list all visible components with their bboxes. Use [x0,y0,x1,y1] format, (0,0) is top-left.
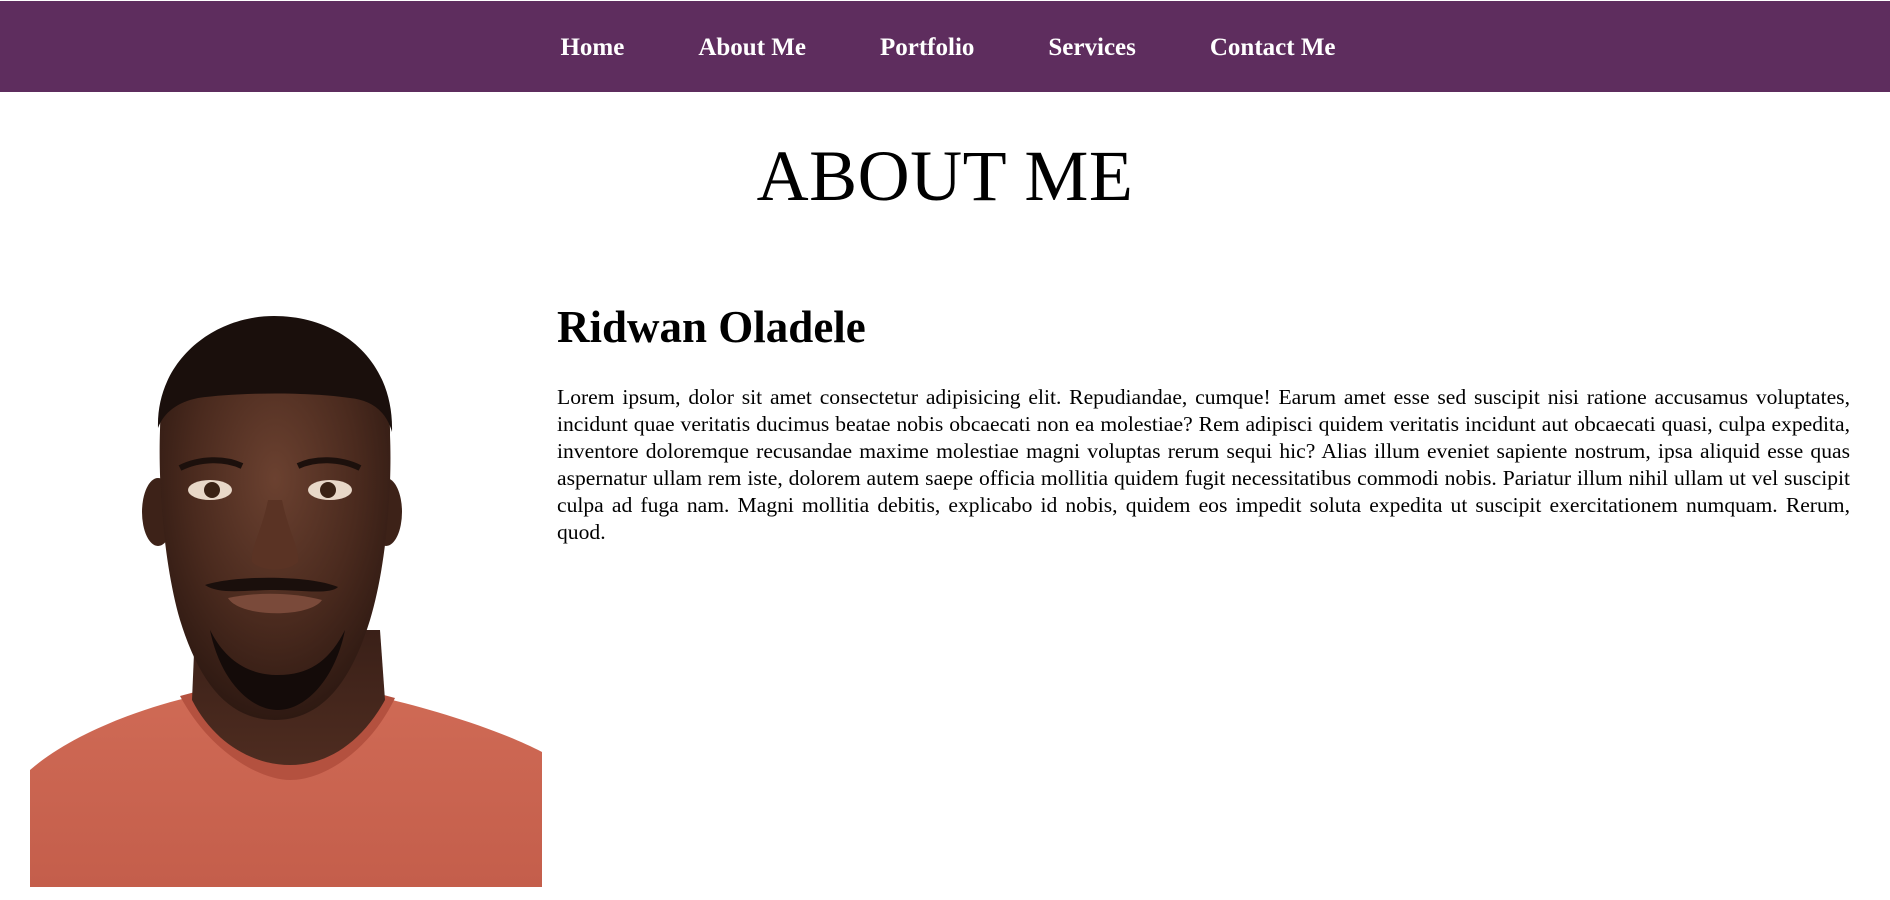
about-content: Ridwan Oladele Lorem ipsum, dolor sit am… [557,302,1850,546]
nav-link-about-me[interactable]: About Me [698,33,806,60]
nav-link-services[interactable]: Services [1048,33,1135,60]
nav-link-portfolio[interactable]: Portfolio [880,33,974,60]
bio-paragraph: Lorem ipsum, dolor sit amet consectetur … [557,385,1850,545]
nav-link-contact-me[interactable]: Contact Me [1210,33,1336,60]
person-name: Ridwan Oladele [557,302,866,352]
nav-list: Home About Me Portfolio Services Contact… [523,33,1372,60]
nav-link-home[interactable]: Home [560,33,624,60]
page-title: ABOUT ME [756,136,1134,216]
navbar: Home About Me Portfolio Services Contact… [0,1,1890,92]
profile-photo [30,300,542,887]
